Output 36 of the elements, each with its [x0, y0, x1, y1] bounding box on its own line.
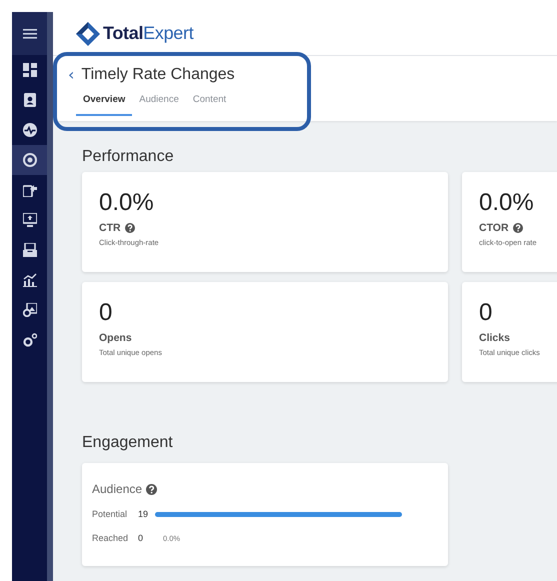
bar-chart-icon[interactable]	[22, 273, 36, 287]
metric-value: 0.0%	[479, 189, 535, 217]
help-icon[interactable]	[146, 484, 158, 494]
metric-label: CTR	[99, 222, 121, 234]
tab[interactable]: Content	[186, 94, 234, 116]
target-icon[interactable]	[22, 153, 36, 167]
gears-icon[interactable]	[22, 333, 36, 347]
row-count: 0	[138, 533, 144, 543]
metric-label: Opens	[99, 332, 132, 344]
pulse-icon[interactable]	[22, 123, 36, 137]
page-title: Timely Rate Changes	[81, 66, 235, 84]
metric-label: CTOR	[479, 222, 509, 234]
row-label: Reached	[92, 533, 130, 543]
logo-text: TotalExpert	[103, 23, 194, 44]
menu-icon[interactable]	[22, 28, 36, 38]
metric-value: 0.0%	[99, 189, 155, 217]
metric-value: 0	[479, 299, 494, 327]
tab[interactable]: Audience	[132, 94, 186, 116]
back-button[interactable]: ‹	[68, 65, 74, 84]
row-count: 19	[138, 509, 150, 519]
gear-image-icon[interactable]	[22, 303, 36, 317]
logo-icon	[75, 20, 101, 46]
metric-value: 0	[99, 299, 114, 327]
help-icon[interactable]	[124, 223, 135, 233]
dashboard-icon[interactable]	[22, 63, 36, 77]
inbox-icon[interactable]	[22, 243, 36, 257]
help-icon[interactable]	[512, 223, 523, 233]
device-share-icon[interactable]	[22, 183, 36, 197]
card-title: Audience	[92, 482, 142, 496]
section-heading: Performance	[82, 148, 175, 167]
metric-label: Clicks	[479, 332, 510, 344]
tab[interactable]: Overview	[76, 94, 132, 116]
monitor-icon[interactable]	[22, 213, 36, 227]
contact-card-icon[interactable]	[22, 93, 36, 107]
row-label: Potential	[92, 509, 128, 519]
section-heading: Engagement	[82, 434, 174, 453]
